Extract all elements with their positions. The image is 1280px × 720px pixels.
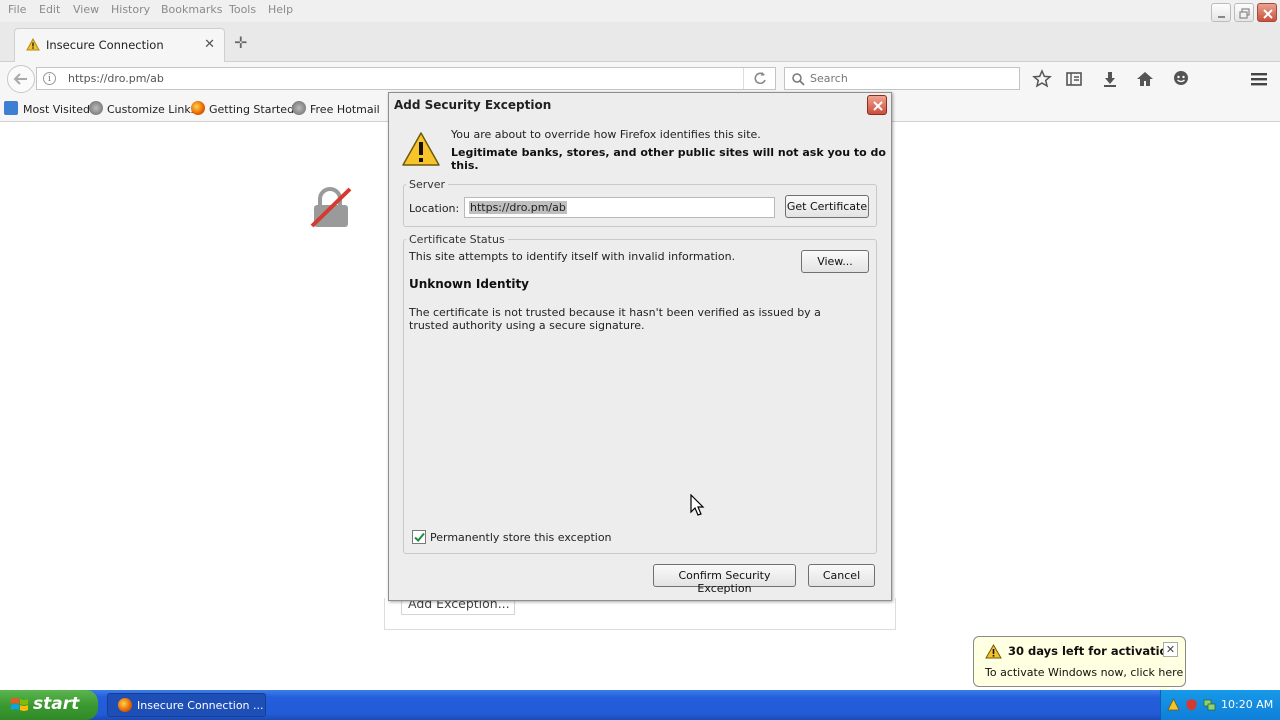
dialog-close-button[interactable] — [867, 95, 887, 115]
tab-title: Insecure Connection — [46, 38, 164, 52]
mouse-cursor-icon — [690, 494, 705, 516]
minimize-icon — [1218, 16, 1225, 18]
close-icon — [873, 101, 883, 111]
url-text: https://dro.pm/ab — [68, 72, 164, 85]
tab-strip: Insecure Connection ✕ ✛ — [0, 22, 1280, 62]
search-bar[interactable]: Search — [784, 67, 1020, 90]
search-icon — [792, 73, 805, 86]
menu-help[interactable]: Help — [268, 3, 293, 16]
status-line: This site attempts to identify itself wi… — [409, 250, 736, 263]
add-security-exception-dialog: Add Security Exception You are about to … — [388, 92, 892, 601]
location-label: Location: — [409, 202, 460, 215]
balloon-close-icon[interactable]: ✕ — [1163, 642, 1178, 657]
menu-file[interactable]: File — [8, 3, 26, 16]
start-label: start — [33, 694, 80, 714]
bookmark-most-visited[interactable]: Most Visited — [23, 103, 90, 116]
reading-list-icon[interactable] — [1064, 69, 1084, 89]
download-icon[interactable] — [1100, 69, 1120, 89]
new-tab-button[interactable]: ✛ — [234, 33, 247, 52]
confirm-security-exception-button[interactable]: Confirm Security Exception — [653, 564, 796, 595]
tab-close-icon[interactable]: ✕ — [204, 37, 215, 52]
menu-bar: File Edit View History Bookmarks Tools H… — [0, 0, 1280, 22]
minimize-button[interactable] — [1211, 3, 1231, 22]
broken-lock-icon — [310, 187, 352, 228]
windows-flag-icon — [11, 698, 28, 711]
certificate-status-legend: Certificate Status — [409, 233, 505, 246]
permanently-store-label[interactable]: Permanently store this exception — [430, 531, 612, 544]
cancel-button[interactable]: Cancel — [808, 564, 875, 587]
shield-icon[interactable] — [1185, 698, 1198, 711]
bookmark-free-hotmail[interactable]: Free Hotmail — [310, 103, 380, 116]
reload-button[interactable] — [743, 68, 775, 89]
reload-icon — [754, 72, 766, 85]
globe-icon — [292, 101, 306, 115]
dialog-title: Add Security Exception — [394, 98, 552, 112]
firefox-icon — [118, 698, 132, 712]
location-value: https://dro.pm/ab — [469, 201, 567, 214]
balloon-text[interactable]: To activate Windows now, click here — [985, 666, 1183, 679]
restore-icon — [1239, 8, 1250, 19]
search-placeholder: Search — [810, 72, 848, 85]
network-icon[interactable] — [1203, 698, 1216, 711]
activation-balloon[interactable]: 30 days left for activation To activate … — [973, 636, 1186, 699]
warning-icon — [985, 644, 1002, 659]
firefox-icon — [191, 101, 205, 115]
home-icon[interactable] — [1135, 69, 1155, 89]
menu-history[interactable]: History — [111, 3, 150, 16]
close-icon — [1263, 9, 1273, 19]
globe-icon — [89, 101, 103, 115]
permanently-store-checkbox[interactable] — [412, 530, 426, 544]
checkmark-icon — [414, 532, 425, 542]
restore-button[interactable] — [1234, 3, 1254, 22]
security-alert-icon[interactable] — [1167, 698, 1180, 711]
back-button[interactable] — [7, 65, 35, 93]
start-button[interactable]: start — [0, 690, 98, 720]
most-visited-icon — [4, 101, 18, 115]
balloon-title: 30 days left for activation — [1008, 644, 1176, 658]
warning-icon — [26, 38, 40, 51]
url-bar[interactable]: i https://dro.pm/ab — [36, 67, 776, 90]
get-certificate-button[interactable]: Get Certificate — [785, 195, 869, 218]
nav-bar: i https://dro.pm/ab Search — [0, 62, 1280, 96]
view-certificate-button[interactable]: View... — [801, 250, 869, 273]
menu-bookmarks[interactable]: Bookmarks — [161, 3, 222, 16]
taskbar-item-firefox[interactable]: Insecure Connection ... — [107, 693, 266, 717]
bookmark-getting-started[interactable]: Getting Started — [209, 103, 294, 116]
taskbar-item-label: Insecure Connection ... — [137, 699, 264, 712]
bookmark-star-icon[interactable] — [1032, 69, 1052, 89]
clock: 10:20 AM — [1221, 698, 1274, 711]
status-detail: The certificate is not trusted because i… — [409, 306, 821, 332]
hamburger-menu-icon[interactable] — [1249, 69, 1269, 89]
site-info-icon[interactable]: i — [43, 72, 56, 85]
back-arrow-icon — [13, 73, 27, 85]
tab-insecure-connection[interactable]: Insecure Connection ✕ — [14, 28, 225, 62]
taskbar: start Insecure Connection ... 10:20 AM — [0, 690, 1280, 720]
menu-edit[interactable]: Edit — [39, 3, 60, 16]
system-tray: 10:20 AM — [1160, 690, 1280, 720]
status-heading: Unknown Identity — [409, 277, 530, 291]
hello-chat-icon[interactable] — [1171, 69, 1191, 89]
bookmark-customize-links[interactable]: Customize Links — [107, 103, 197, 116]
server-legend: Server — [409, 178, 446, 191]
warning-icon — [402, 132, 440, 166]
menu-view[interactable]: View — [73, 3, 99, 16]
menu-tools[interactable]: Tools — [229, 3, 256, 16]
window-close-button[interactable] — [1257, 3, 1277, 22]
location-input[interactable]: https://dro.pm/ab — [464, 197, 775, 218]
dialog-message-line2: Legitimate banks, stores, and other publ… — [451, 146, 886, 172]
dialog-message-line1: You are about to override how Firefox id… — [451, 128, 761, 141]
